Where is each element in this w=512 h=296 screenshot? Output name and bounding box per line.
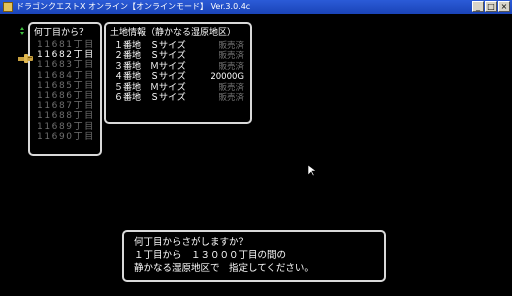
app-icon <box>3 2 13 12</box>
street-select-window: 何丁目から？ 11681丁目 11682丁目 11683丁目 11684丁目 11685… <box>28 22 102 156</box>
message-window: 何丁目からさがしますか？ １丁目から １３０００丁目の間の 静かなる湿原地区で … <box>122 230 386 282</box>
hand-cursor-icon <box>18 54 33 63</box>
street-item[interactable]: 11681丁目 <box>30 40 100 50</box>
land-row: ５番地 Ｍサイズ 販売済 <box>106 83 250 93</box>
land-lot: ４番地 <box>114 72 142 83</box>
land-row: ２番地 Ｓサイズ 販売済 <box>106 51 250 61</box>
land-status: 販売済 <box>218 82 244 93</box>
land-status: 20000G <box>210 72 244 83</box>
land-status: 販売済 <box>218 61 244 72</box>
message-line-1: 何丁目からさがしますか？ <box>134 237 249 248</box>
title-bar[interactable]: ドラゴンクエストX オンライン【オンラインモード】 Ver.3.0.4c _ □… <box>0 0 512 14</box>
minimize-button[interactable]: _ <box>472 1 484 12</box>
land-info-window: 土地情報（静かなる湿原地区） １番地 Ｓサイズ 販売済 ２番地 Ｓサイズ 販売済 ３番地 Ｍサ… <box>104 22 252 124</box>
message-line-2: １丁目から １３０００丁目の間の <box>134 250 287 261</box>
maximize-button[interactable]: □ <box>485 1 497 12</box>
street-item[interactable]: 11682丁目 <box>30 50 100 60</box>
land-size: Ｍサイズ <box>150 82 186 93</box>
street-item[interactable]: 11689丁目 <box>30 122 100 132</box>
street-item[interactable]: 11688丁目 <box>30 111 100 121</box>
land-window-title: 土地情報（静かなる湿原地区） <box>110 28 237 38</box>
mouse-pointer-icon <box>308 165 317 177</box>
land-status: 販売済 <box>218 41 244 51</box>
land-status: 販売済 <box>218 92 244 103</box>
street-item[interactable]: 11690丁目 <box>30 132 100 142</box>
street-item[interactable]: 11683丁目 <box>30 60 100 70</box>
land-lot: １番地 <box>114 41 142 51</box>
land-lot: ６番地 <box>114 92 142 103</box>
street-window-title: 何丁目から？ <box>34 28 89 38</box>
land-list: １番地 Ｓサイズ 販売済 ２番地 Ｓサイズ 販売済 ３番地 Ｍサイズ 販売済 ４番地 Ｓサイズ 200… <box>106 41 250 103</box>
land-size: Ｓサイズ <box>150 51 186 62</box>
land-size: Ｓサイズ <box>150 72 186 83</box>
close-button[interactable]: × <box>498 1 510 12</box>
land-row: ６番地 Ｓサイズ 販売済 <box>106 93 250 103</box>
land-lot: ２番地 <box>114 51 142 62</box>
street-item[interactable]: 11684丁目 <box>30 71 100 81</box>
land-lot: ５番地 <box>114 82 142 93</box>
street-item[interactable]: 11685丁目 <box>30 81 100 91</box>
street-item[interactable]: 11686丁目 <box>30 91 100 101</box>
land-size: Ｍサイズ <box>150 61 186 72</box>
game-window: ドラゴンクエストX オンライン【オンラインモード】 Ver.3.0.4c _ □… <box>0 0 512 296</box>
street-list: 11681丁目 11682丁目 11683丁目 11684丁目 11685丁目 11686… <box>30 40 100 142</box>
scroll-arrows-icon[interactable] <box>17 26 27 36</box>
land-row: ３番地 Ｍサイズ 販売済 <box>106 62 250 72</box>
land-row: １番地 Ｓサイズ 販売済 <box>106 41 250 51</box>
land-size: Ｓサイズ <box>150 92 186 103</box>
message-line-3: 静かなる湿原地区で 指定してください。 <box>134 263 314 274</box>
land-lot: ３番地 <box>114 61 142 72</box>
land-status: 販売済 <box>218 51 244 62</box>
window-title: ドラゴンクエストX オンライン【オンラインモード】 Ver.3.0.4c <box>16 2 251 11</box>
street-item[interactable]: 11687丁目 <box>30 101 100 111</box>
land-row: ４番地 Ｓサイズ 20000G <box>106 72 250 82</box>
land-size: Ｓサイズ <box>150 41 186 51</box>
